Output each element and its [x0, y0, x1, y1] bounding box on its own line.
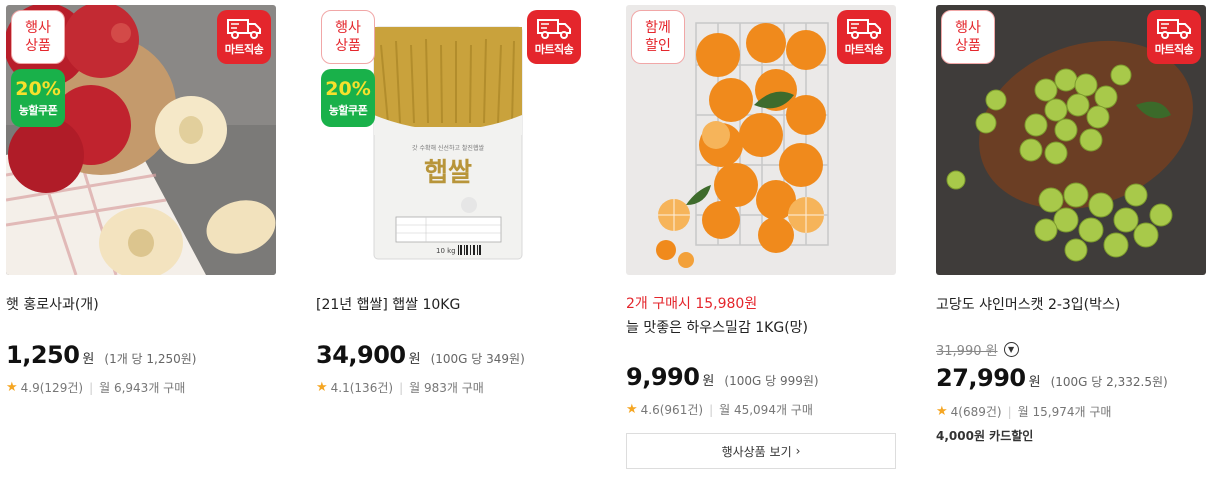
event-product-badge: 행사 상품: [11, 10, 65, 64]
star-icon: ★: [936, 404, 948, 419]
divider: |: [89, 380, 94, 395]
view-event-products-button[interactable]: 행사상품 보기 ›: [626, 433, 896, 469]
rating-text: 4.6(961건): [640, 403, 704, 417]
product-price: 27,990: [936, 364, 1026, 392]
mart-delivery-badge: 마트직송: [837, 10, 891, 64]
package-title: 햅쌀: [424, 158, 472, 188]
price-row: 27,990 원 (100G 당 2,332.5원): [936, 364, 1168, 392]
mart-delivery-label: 마트직송: [224, 43, 264, 56]
currency: 원: [82, 352, 95, 367]
coupon-badge: 20% 농할쿠폰: [321, 69, 375, 127]
rating-text: 4.1(136건): [330, 381, 394, 395]
product-card[interactable]: 행사 상품 마트직송 20% 농할쿠폰 햇 홍로사과(개) 1,250 원 (1…: [6, 0, 276, 478]
product-name[interactable]: [21년 햅쌀] 햅쌀 10KG: [316, 294, 460, 314]
unit-price: (100G 당 2,332.5원): [1050, 375, 1168, 389]
unit-price: (100G 당 999원): [724, 374, 819, 388]
button-label: 행사상품 보기: [721, 444, 792, 459]
mart-delivery-label: 마트직송: [1154, 43, 1194, 56]
truck-icon: [1157, 19, 1191, 39]
product-card[interactable]: 함께 할인 마트직송 2개 구매시 15,980원 늘 맛좋은 하우스밀감 1K…: [626, 0, 896, 478]
divider: |: [1007, 404, 1012, 419]
product-card[interactable]: 갓 수확해 신선하고 찰진햅쌀 햅쌀 10 kg 행사 상품 마트직송 20% …: [316, 0, 586, 478]
mart-delivery-label: 마트직송: [844, 43, 884, 56]
product-name[interactable]: 고당도 샤인머스캣 2-3입(박스): [936, 294, 1120, 314]
card-discount: 4,000원 카드할인: [936, 429, 1034, 443]
unit-price: (100G 당 349원): [430, 352, 525, 366]
badge-line: 행사: [25, 20, 51, 36]
together-discount-badge: 함께 할인: [631, 10, 685, 64]
event-product-badge: 행사 상품: [941, 10, 995, 64]
coupon-percent: 20%: [325, 78, 371, 100]
currency: 원: [702, 374, 715, 389]
chevron-down-circle-icon[interactable]: ▼: [1003, 342, 1019, 357]
rating-row: ★ 4.1(136건) | 월 983개 구매: [316, 379, 484, 396]
mart-delivery-badge: 마트직송: [527, 10, 581, 64]
rating-text: 4.9(129건): [20, 381, 84, 395]
badge-line: 행사: [335, 20, 361, 36]
badge-line: 상품: [955, 38, 981, 54]
chevron-right-icon: ›: [795, 444, 801, 458]
monthly-purchases: 월 983개 구매: [409, 381, 484, 395]
product-card[interactable]: 행사 상품 마트직송 고당도 샤인머스캣 2-3입(박스) 31,990 원 ▼…: [936, 0, 1206, 478]
star-icon: ★: [316, 380, 328, 395]
badge-line: 상품: [25, 38, 51, 54]
coupon-label: 농할쿠폰: [18, 104, 58, 117]
monthly-purchases: 월 6,943개 구매: [99, 381, 186, 395]
product-image[interactable]: 함께 할인 마트직송: [626, 5, 896, 275]
monthly-purchases: 월 15,974개 구매: [1017, 405, 1112, 419]
star-icon: ★: [6, 380, 18, 395]
badge-line: 함께: [645, 20, 671, 36]
badge-line: 행사: [955, 20, 981, 36]
product-name[interactable]: 햇 홍로사과(개): [6, 294, 99, 314]
product-image[interactable]: 갓 수확해 신선하고 찰진햅쌀 햅쌀 10 kg 행사 상품 마트직송 20% …: [316, 5, 586, 275]
rating-row: ★ 4.9(129건) | 월 6,943개 구매: [6, 379, 185, 396]
mart-delivery-badge: 마트직송: [217, 10, 271, 64]
unit-price: (1개 당 1,250원): [104, 352, 197, 366]
rating-row: ★ 4(689건) | 월 15,974개 구매: [936, 403, 1111, 420]
currency: 원: [408, 352, 421, 367]
truck-icon: [847, 19, 881, 39]
currency: 원: [1028, 375, 1041, 390]
truck-icon: [227, 19, 261, 39]
star-icon: ★: [626, 402, 638, 417]
price-row: 1,250 원 (1개 당 1,250원): [6, 341, 197, 369]
truck-icon: [537, 19, 571, 39]
original-price-row: 31,990 원 ▼: [936, 340, 1019, 359]
product-name[interactable]: 늘 맛좋은 하우스밀감 1KG(망): [626, 317, 808, 337]
price-row: 34,900 원 (100G 당 349원): [316, 341, 525, 369]
product-price: 1,250: [6, 341, 80, 369]
price-row: 9,990 원 (100G 당 999원): [626, 363, 819, 391]
badge-line: 상품: [335, 38, 361, 54]
product-price: 34,900: [316, 341, 406, 369]
product-image[interactable]: 행사 상품 마트직송 20% 농할쿠폰: [6, 5, 276, 275]
badge-line: 할인: [645, 38, 671, 54]
coupon-label: 농할쿠폰: [328, 104, 368, 117]
divider: |: [399, 380, 404, 395]
divider: |: [709, 402, 714, 417]
coupon-percent: 20%: [15, 78, 61, 100]
coupon-badge: 20% 농할쿠폰: [11, 69, 65, 127]
mart-delivery-label: 마트직송: [534, 43, 574, 56]
mart-delivery-badge: 마트직송: [1147, 10, 1201, 64]
bundle-promo: 2개 구매시 15,980원: [626, 296, 758, 312]
product-price: 9,990: [626, 363, 700, 391]
product-image[interactable]: 행사 상품 마트직송: [936, 5, 1206, 275]
monthly-purchases: 월 45,094개 구매: [719, 403, 813, 417]
event-product-badge: 행사 상품: [321, 10, 375, 64]
package-weight: 10 kg: [436, 247, 456, 255]
original-price: 31,990 원: [936, 344, 998, 359]
rating-row: ★ 4.6(961건) | 월 45,094개 구매: [626, 401, 813, 418]
rating-text: 4(689건): [950, 405, 1002, 419]
package-tagline: 갓 수확해 신선하고 찰진햅쌀: [412, 144, 484, 152]
